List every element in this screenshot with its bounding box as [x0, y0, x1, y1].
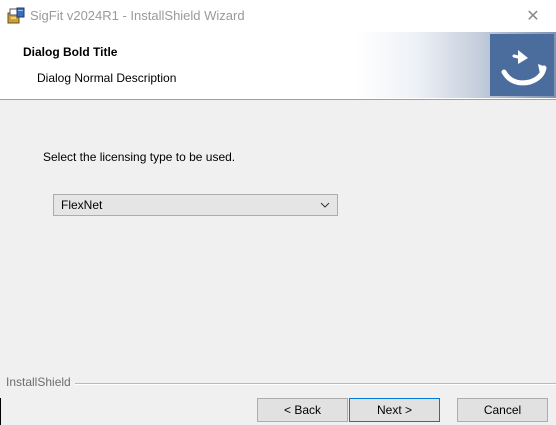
- licensing-prompt: Select the licensing type to be used.: [43, 150, 236, 164]
- next-button[interactable]: Next >: [349, 398, 440, 422]
- chevron-down-icon: [320, 199, 330, 209]
- installshield-logo-icon: [490, 34, 554, 96]
- footer-divider: [75, 383, 556, 385]
- banner-gradient: [356, 32, 556, 98]
- back-button[interactable]: < Back: [257, 398, 348, 422]
- window-title: SigFit v2024R1 - InstallShield Wizard: [30, 8, 245, 23]
- close-button[interactable]: ✕: [510, 0, 556, 32]
- licensing-type-dropdown[interactable]: FlexNet: [53, 194, 338, 216]
- close-icon: ✕: [526, 8, 540, 25]
- licensing-type-selected-value: FlexNet: [61, 198, 103, 212]
- dialog-title: Dialog Bold Title: [23, 45, 118, 59]
- dialog-description: Dialog Normal Description: [37, 71, 177, 85]
- title-bar[interactable]: SigFit v2024R1 - InstallShield Wizard ✕: [0, 0, 556, 32]
- window-edge: [0, 398, 1, 425]
- installer-app-icon: [7, 7, 25, 25]
- installshield-wizard-window: SigFit v2024R1 - InstallShield Wizard ✕ …: [0, 0, 556, 425]
- installshield-brand-label: InstallShield: [6, 375, 71, 389]
- header-banner: Dialog Bold Title Dialog Normal Descript…: [0, 32, 556, 100]
- cancel-button[interactable]: Cancel: [457, 398, 548, 422]
